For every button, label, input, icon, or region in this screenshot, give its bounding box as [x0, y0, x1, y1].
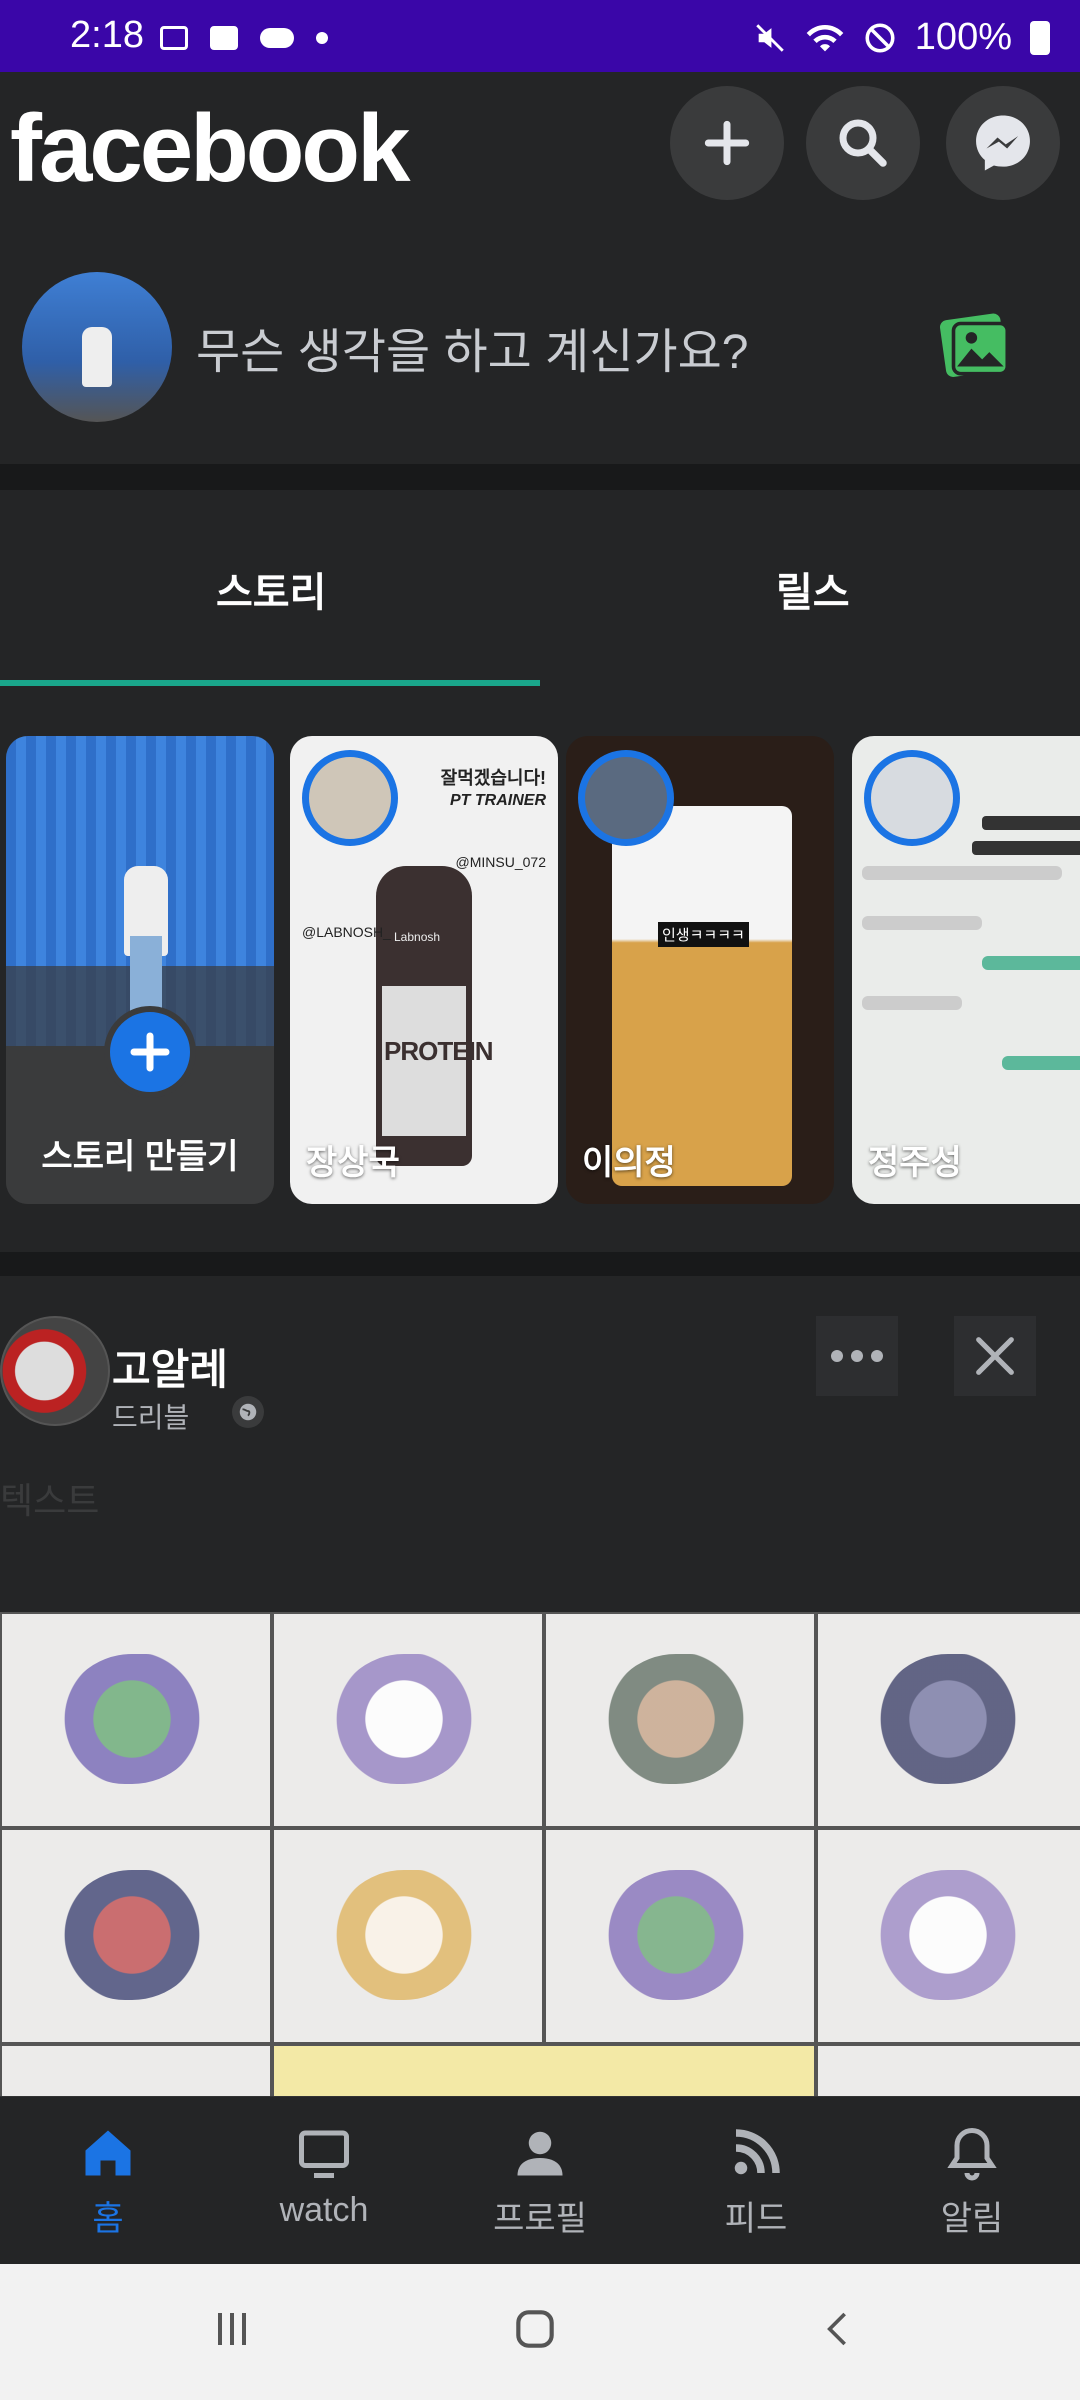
active-tab-indicator [0, 680, 540, 686]
grid-image[interactable] [274, 1830, 542, 2042]
more-dot-icon [851, 1350, 863, 1362]
separator [0, 1252, 1080, 1278]
status-bar: 2:18 100% [0, 0, 1080, 72]
story-label: 장상국 [306, 1144, 400, 1182]
grid-image[interactable] [2, 1830, 270, 2042]
story-overlay-text: @LABNOSH_ [302, 924, 391, 940]
story-overlay-text: Labnosh [394, 930, 441, 944]
nav-feed[interactable]: 피드 [676, 2123, 836, 2240]
system-navigation-bar [0, 2264, 1080, 2400]
grid-image[interactable] [818, 2046, 1080, 2096]
back-icon[interactable] [818, 2304, 858, 2354]
dot-icon [316, 32, 328, 44]
post-image-grid[interactable] [0, 1612, 1080, 2096]
add-photo-button[interactable] [930, 302, 1020, 393]
public-globe-icon [232, 1396, 264, 1428]
nav-label: watch [279, 2191, 369, 2229]
post-subtitle: 드리블 [112, 1402, 190, 1433]
bell-icon [947, 2127, 997, 2181]
facebook-logo[interactable]: facebook [10, 94, 410, 204]
nav-label: 알림 [940, 2200, 1004, 2238]
story-label: 이의정 [582, 1144, 676, 1182]
grid-image[interactable] [2, 2046, 270, 2096]
post-author-name[interactable]: 고알레 [112, 1336, 228, 1397]
cloud-icon [260, 28, 294, 48]
grid-image[interactable] [2, 1614, 270, 1826]
story-overlay-text: PT TRAINER [450, 792, 546, 809]
feed-icon [734, 2129, 780, 2175]
plus-icon [704, 120, 750, 166]
story-card[interactable]: 잘먹겠습니다! PT TRAINER @MINSU_072 @LABNOSH_ … [290, 736, 558, 1204]
tab-reels[interactable]: 릴스 [776, 560, 850, 618]
grid-image[interactable] [546, 1830, 814, 2042]
search-icon [839, 119, 887, 167]
post-more-button[interactable] [816, 1316, 898, 1396]
story-overlay-text: @MINSU_072 [455, 854, 546, 870]
grid-image[interactable] [546, 1614, 814, 1826]
nav-profile[interactable]: 프로필 [460, 2123, 620, 2240]
screenshot-icon [160, 26, 188, 50]
create-button[interactable] [670, 86, 784, 200]
story-create-photo [6, 736, 274, 1046]
battery-icon [1030, 20, 1050, 55]
wifi-icon [806, 24, 844, 51]
stories-reels-tabs: 스토리 릴스 [0, 490, 1080, 690]
feed-post: 고알레 드리블 텍스트 [0, 1276, 1080, 2096]
recent-apps-icon[interactable] [208, 2304, 256, 2354]
story-create[interactable]: 스토리 만들기 [6, 736, 274, 1204]
more-dot-icon [871, 1350, 883, 1362]
search-button[interactable] [806, 86, 920, 200]
stories-row: 스토리 만들기 잘먹겠습니다! PT TRAINER @MINSU_072 @L… [0, 690, 1080, 1250]
more-dot-icon [831, 1350, 843, 1362]
home-icon [85, 2130, 131, 2176]
story-avatar [302, 750, 398, 846]
post-author-avatar[interactable] [0, 1316, 110, 1426]
nav-notifications[interactable]: 알림 [892, 2123, 1052, 2240]
grid-image[interactable] [818, 1614, 1080, 1826]
story-card[interactable]: 인생ㅋㅋㅋㅋ 이의정 [566, 736, 834, 1204]
person-icon [517, 2131, 563, 2176]
notification-icons [160, 26, 328, 50]
story-card[interactable]: 정주성 [852, 736, 1080, 1204]
bottom-nav: 홈 watch 프로필 피드 알림 [0, 2096, 1080, 2265]
story-overlay-text: PROTEIN [384, 1036, 494, 1066]
post-close-button[interactable] [954, 1316, 1036, 1396]
tab-stories[interactable]: 스토리 [216, 560, 326, 618]
create-story-plus-button[interactable] [104, 1006, 196, 1098]
nav-label: 프로필 [493, 2200, 587, 2238]
post-body-text: 텍스트 [0, 1480, 100, 1521]
nav-label: 피드 [724, 2200, 788, 2238]
story-avatar [864, 750, 960, 846]
gallery-icon [210, 26, 238, 50]
story-avatar [578, 750, 674, 846]
system-icons: 100% [753, 16, 1050, 59]
story-overlay-text: 인생ㅋㅋㅋㅋ [658, 922, 749, 947]
separator [0, 464, 1080, 490]
story-overlay-text: 잘먹겠습니다! [440, 768, 546, 788]
nav-watch[interactable]: watch [244, 2123, 404, 2230]
nav-home[interactable]: 홈 [28, 2123, 188, 2240]
plus-icon [130, 1032, 170, 1072]
status-time: 2:18 [70, 14, 144, 56]
home-button-icon[interactable] [510, 2304, 560, 2354]
dnd-icon [865, 22, 895, 53]
messenger-button[interactable] [946, 86, 1060, 200]
close-icon [976, 1337, 1014, 1375]
story-label: 정주성 [868, 1144, 962, 1182]
story-label: 스토리 만들기 [41, 1138, 239, 1176]
nav-label: 홈 [92, 2200, 124, 2238]
messenger-icon [976, 115, 1030, 171]
mute-icon [756, 23, 784, 52]
photo-icon [940, 313, 1010, 377]
battery-percent: 100% [914, 16, 1012, 58]
grid-image[interactable] [274, 1614, 542, 1826]
user-avatar[interactable] [22, 272, 172, 422]
tv-icon [299, 2130, 349, 2178]
grid-image[interactable] [818, 1830, 1080, 2042]
post-composer: 무슨 생각을 하고 계신가요? [0, 232, 1080, 464]
composer-input[interactable]: 무슨 생각을 하고 계신가요? [196, 312, 748, 382]
top-header: facebook [0, 72, 1080, 232]
grid-image[interactable] [274, 2046, 814, 2096]
